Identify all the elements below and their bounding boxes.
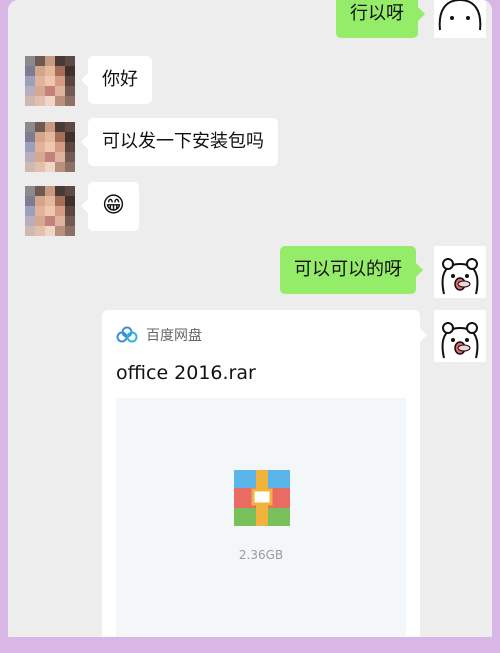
file-size: 2.36GB (238, 548, 284, 562)
contact-avatar[interactable] (25, 186, 75, 236)
card-header: 百度网盘 (116, 324, 202, 346)
file-share-card[interactable]: 百度网盘 office 2016.rar 2.36GB (102, 310, 427, 645)
file-preview: 2.36GB (116, 398, 406, 645)
chat-bubble-theirs-emoji[interactable]: 😁 (81, 182, 139, 231)
chat-bubble-mine-partial[interactable]: 行以呀 (336, 0, 425, 38)
card-source-label: 百度网盘 (146, 328, 202, 344)
contact-avatar[interactable] (25, 122, 75, 172)
chat-bubble-theirs[interactable]: 你好 (81, 56, 152, 104)
contact-avatar[interactable] (25, 56, 75, 106)
user-avatar-bear-icon[interactable] (434, 0, 486, 38)
user-avatar-bear-icon[interactable] (434, 246, 486, 298)
chat-bubble-mine[interactable]: 可以可以的呀 (280, 246, 423, 294)
message-text: 可以发一下安装包吗 (102, 131, 264, 152)
chat-window: 行以呀 你好 可以发一下安装包吗 😁 可以可以的呀 百度网盘 office 20… (8, 0, 492, 645)
message-text: 行以呀 (350, 3, 404, 24)
grin-emoji-icon: 😁 (102, 193, 125, 218)
archive-icon (234, 470, 290, 526)
baidu-netdisk-logo-icon (116, 326, 138, 343)
file-name: office 2016.rar (116, 362, 256, 384)
bottom-border (8, 637, 492, 645)
message-text: 可以可以的呀 (294, 259, 402, 280)
message-text: 你好 (102, 69, 138, 90)
chat-bubble-theirs[interactable]: 可以发一下安装包吗 (81, 118, 278, 166)
user-avatar-bear-icon[interactable] (434, 310, 486, 362)
